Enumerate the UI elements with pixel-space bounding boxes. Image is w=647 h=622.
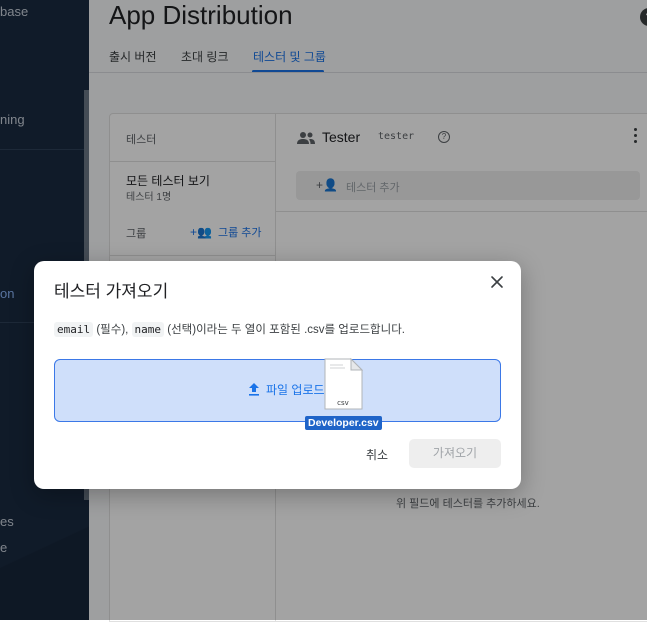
upload-label: 파일 업로드 (266, 383, 325, 397)
import-button[interactable]: 가져오기 (409, 439, 501, 468)
csv-file-icon[interactable]: csv (323, 358, 363, 410)
close-icon[interactable] (490, 275, 504, 289)
upload-icon (249, 383, 259, 396)
import-testers-dialog: 테스터 가져오기 email (필수), name (선택)이라는 두 열이 포… (34, 261, 521, 489)
upload-file-button[interactable]: 파일 업로드 (248, 381, 325, 398)
dragged-file-name: Developer.csv (305, 416, 382, 430)
file-dropzone[interactable]: 파일 업로드 (54, 359, 501, 422)
app-root: base ning on es e App Distribution ? 출시 … (0, 0, 647, 622)
dialog-description: email (필수), name (선택)이라는 두 열이 포함된 .csv를 … (54, 321, 405, 337)
cancel-button[interactable]: 취소 (366, 446, 388, 463)
code-email: email (54, 322, 94, 337)
code-name: name (131, 322, 165, 337)
dialog-title: 테스터 가져오기 (54, 282, 169, 301)
desc-text-1: (필수), (96, 324, 129, 336)
desc-text-2: (선택)이라는 두 열이 포함된 .csv를 업로드합니다. (167, 324, 405, 336)
file-ext-label: csv (337, 399, 349, 407)
